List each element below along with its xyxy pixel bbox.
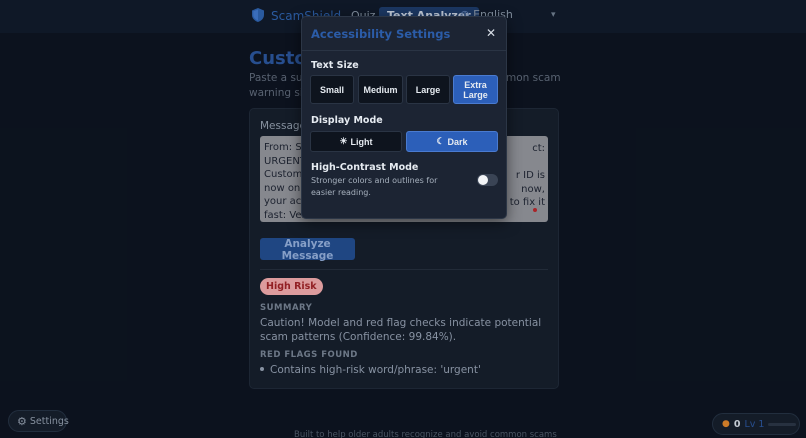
display-mode-heading: Display Mode [311,115,383,126]
text-size-small-button[interactable]: Small [310,75,354,104]
dark-mode-button[interactable]: ☾ Dark [406,131,498,152]
modal-title: Accessibility Settings [311,27,451,41]
high-contrast-toggle[interactable] [477,174,498,186]
text-size-heading: Text Size [311,60,359,71]
light-mode-button[interactable]: ☀ Light [310,131,402,152]
toggle-knob [478,175,488,185]
moon-icon: ☾ [436,136,445,146]
text-size-large-button[interactable]: Large [406,75,450,104]
dark-mode-label: Dark [447,136,468,147]
high-contrast-heading: High-Contrast Mode [311,162,419,173]
accessibility-settings-modal: Accessibility Settings ✕ Text Size Small… [301,16,507,219]
modal-header: Accessibility Settings ✕ [302,17,506,51]
high-contrast-description: Stronger colors and outlines for easier … [311,176,438,197]
close-icon[interactable]: ✕ [483,25,499,41]
sun-icon: ☀ [339,136,348,146]
text-size-extra-large-button[interactable]: Extra Large [453,75,498,104]
text-size-medium-button[interactable]: Medium [358,75,403,104]
light-mode-label: Light [350,136,373,147]
